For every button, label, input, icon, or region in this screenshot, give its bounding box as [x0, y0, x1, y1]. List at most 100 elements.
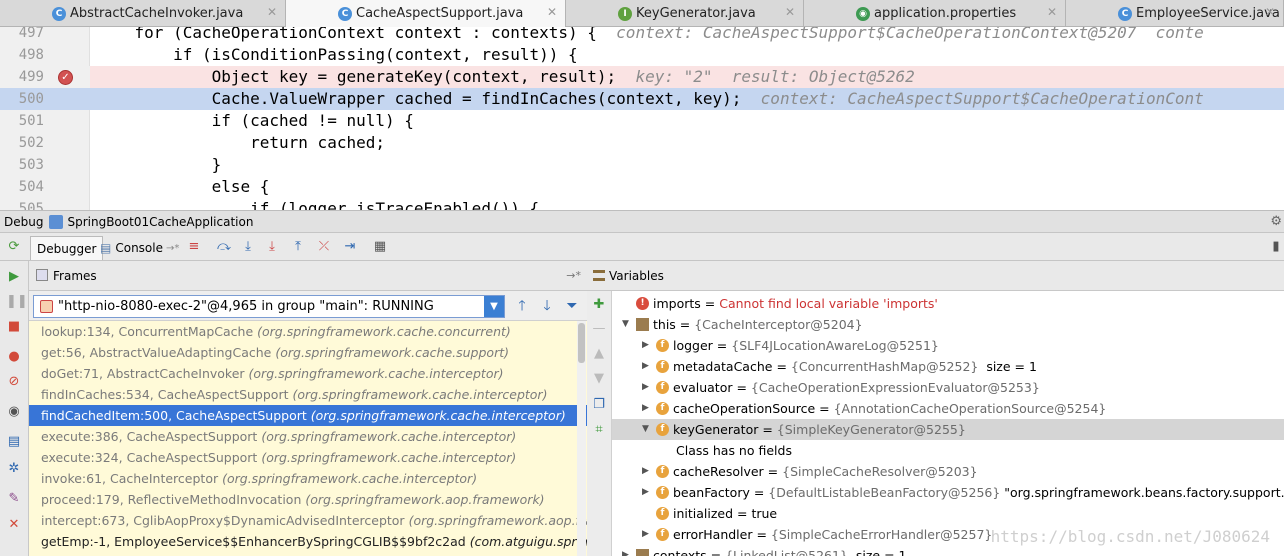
stack-frame[interactable]: execute:324, CacheAspectSupport (org.spr… — [29, 447, 587, 468]
layout-icon[interactable]: ▤ — [6, 434, 22, 450]
drop-frame-icon[interactable]: ⤫ — [316, 239, 332, 255]
variable-row[interactable]: ▶ contexts = {LinkedList@5261} size = 1 — [612, 545, 1284, 556]
variable-value: {SimpleCacheErrorHandler@5257} — [770, 527, 993, 542]
camera-icon[interactable]: ◉ — [6, 404, 22, 420]
stack-frame[interactable]: get:56, AbstractValueAdaptingCache (org.… — [29, 342, 587, 363]
thread-select[interactable]: "http-nio-8080-exec-2"@4,965 in group "m… — [33, 295, 505, 318]
stack-frame[interactable]: proceed:179, ReflectiveMethodInvocation … — [29, 489, 587, 510]
tab-debugger[interactable]: Debugger — [30, 236, 104, 260]
collapse-icon[interactable]: ▼ — [622, 314, 632, 335]
close-tab-icon[interactable]: ✕ — [1047, 5, 1057, 19]
expand-icon[interactable]: ▶ — [642, 482, 652, 503]
object-icon — [636, 549, 649, 556]
code-line[interactable]: 499 ✓ Object key = generateKey(context, r… — [0, 66, 1284, 88]
stack-frame[interactable]: getEmp:-1, EmployeeService$$EnhancerBySp… — [29, 531, 587, 552]
variable-row[interactable]: ▼ f keyGenerator = {SimpleKeyGenerator@525… — [612, 419, 1284, 440]
code-line[interactable]: 505 if (logger.isTraceEnabled()) { — [0, 198, 1284, 210]
editor-tab[interactable]: C CacheAspectSupport.java ✕ — [286, 0, 566, 27]
expand-icon[interactable]: ▶ — [622, 545, 632, 556]
stack-frame[interactable]: doGet:71, AbstractCacheInvoker (org.spri… — [29, 363, 587, 384]
code-line[interactable]: 500 Cache.ValueWrapper cached = findInCa… — [0, 88, 1284, 110]
frame-package: (org.springframework.cache.interceptor) — [222, 471, 478, 486]
variable-row[interactable]: f initialized = true — [612, 503, 1284, 524]
hide-arrow-icon[interactable]: →* — [566, 269, 581, 282]
step-out-icon[interactable]: ⤒ — [290, 239, 306, 255]
new-watch-icon[interactable]: ✚ — [591, 297, 607, 313]
arrow-down-icon[interactable]: 🡓 — [538, 297, 556, 315]
variable-row[interactable]: ▶ f beanFactory = {DefaultListableBeanFact… — [612, 482, 1284, 503]
variable-row[interactable]: ▶ f cacheOperationSource = {AnnotationCach… — [612, 398, 1284, 419]
expand-icon[interactable]: ▶ — [642, 524, 652, 545]
view-breakpoints-icon[interactable]: ● — [6, 349, 22, 365]
code-line[interactable]: 502 return cached; — [0, 132, 1284, 154]
expand-icon[interactable]: ▶ — [642, 335, 652, 356]
move-up-icon[interactable]: ▲ — [591, 346, 607, 362]
variable-row[interactable]: ▶ f metadataCache = {ConcurrentHashMap@525… — [612, 356, 1284, 377]
variable-row[interactable]: ▶ f cacheResolver = {SimpleCacheResolver@5… — [612, 461, 1284, 482]
close-tab-icon[interactable]: ✕ — [547, 5, 557, 19]
spring-boot-icon — [49, 214, 64, 229]
breakpoint-icon[interactable]: ✓ — [58, 70, 73, 85]
stack-frame[interactable]: findCachedItem:500, CacheAspectSupport (… — [29, 405, 587, 426]
move-down-icon[interactable]: ▼ — [591, 371, 607, 387]
close-tab-icon[interactable]: ✕ — [1265, 5, 1275, 19]
settings-icon[interactable]: ✲ — [6, 461, 22, 477]
code-line[interactable]: 498 if (isConditionPassing(context, resu… — [0, 44, 1284, 66]
gear-icon[interactable]: ⚙ — [1270, 214, 1282, 229]
remove-watch-icon[interactable]: — — [591, 321, 607, 337]
line-number: 498 — [18, 47, 44, 63]
debug-config-name[interactable]: SpringBoot01CacheApplication — [67, 215, 253, 229]
variable-row[interactable]: ▼ this = {CacheInterceptor@5204} — [612, 314, 1284, 335]
restore-layout-icon[interactable]: ▮ — [1268, 239, 1284, 255]
code-line[interactable]: 503 } — [0, 154, 1284, 176]
variable-row[interactable]: Class has no fields — [612, 440, 1284, 461]
code-line[interactable]: 501 if (cached != null) { — [0, 110, 1284, 132]
stack-frame[interactable]: lookup:134, ConcurrentMapCache (org.spri… — [29, 321, 587, 342]
force-step-into-icon[interactable]: ⤓ — [264, 239, 280, 255]
close-icon[interactable]: ✕ — [6, 517, 22, 533]
variable-row[interactable]: ▶ f logger = {SLF4JLocationAwareLog@5251} — [612, 335, 1284, 356]
filter-icon[interactable]: ⏷ — [563, 297, 581, 315]
close-tab-icon[interactable]: ✕ — [267, 5, 277, 19]
editor-tab[interactable]: C AbstractCacheInvoker.java ✕ — [0, 0, 286, 27]
rerun-icon[interactable]: ⟳ — [6, 239, 22, 255]
code-line[interactable]: 504 else { — [0, 176, 1284, 198]
variable-row[interactable]: ! imports = Cannot find local variable 'i… — [612, 293, 1284, 314]
variable-value: {AnnotationCacheOperationSource@5254} — [833, 401, 1107, 416]
copy-icon[interactable]: ❐ — [591, 397, 607, 413]
expand-icon[interactable]: ▶ — [642, 377, 652, 398]
editor-tab[interactable]: ◉ application.properties ✕ — [804, 0, 1066, 27]
chevron-down-icon[interactable]: ▼ — [484, 296, 504, 317]
tab-console[interactable]: ▤ Console →* — [94, 236, 185, 260]
show-execution-point-icon[interactable]: ≡ — [186, 239, 202, 255]
resume-icon[interactable]: ▶ — [6, 269, 22, 285]
step-into-icon[interactable]: ⤓ — [240, 239, 256, 255]
mute-breakpoints-icon[interactable]: ⊘ — [6, 374, 22, 390]
pause-icon[interactable]: ❚❚ — [6, 294, 28, 310]
collapse-icon[interactable]: ▼ — [642, 419, 652, 440]
stop-icon[interactable]: ■ — [6, 319, 22, 335]
evaluate-expression-icon[interactable]: ▦ — [372, 239, 388, 255]
expand-icon[interactable]: ▶ — [642, 356, 652, 377]
watches-icon[interactable]: ⌗ — [591, 422, 607, 438]
step-over-icon[interactable]: ⤼ — [216, 239, 232, 255]
frame-method: doGet:71, AbstractCacheInvoker — [41, 366, 245, 381]
variable-row[interactable]: ▶ f evaluator = {CacheOperationExpressionE… — [612, 377, 1284, 398]
stack-frame[interactable]: execute:386, CacheAspectSupport (org.spr… — [29, 426, 587, 447]
editor-tab[interactable]: I KeyGenerator.java ✕ — [566, 0, 804, 27]
stack-frame[interactable]: intercept:673, CglibAopProxy$DynamicAdvi… — [29, 510, 587, 531]
pin-icon[interactable]: ✎ — [6, 491, 22, 507]
run-to-cursor-icon[interactable]: ⇥ — [342, 239, 358, 255]
scrollbar-thumb[interactable] — [578, 323, 585, 363]
stack-frame[interactable]: invoke:61, CacheInterceptor (org.springf… — [29, 468, 587, 489]
expand-icon[interactable]: ▶ — [642, 398, 652, 419]
editor-tab[interactable]: C EmployeeService.java ✕ — [1066, 0, 1284, 27]
frame-list-scrollbar[interactable] — [577, 321, 586, 556]
variable-extra: "org.springframework.beans.factory.suppo… — [1004, 485, 1284, 500]
arrow-up-icon[interactable]: 🡑 — [513, 297, 531, 315]
code-editor[interactable]: 497 for (CacheOperationContext context :… — [0, 27, 1284, 210]
code-line[interactable]: 497 for (CacheOperationContext context :… — [0, 27, 1284, 44]
stack-frame[interactable]: findInCaches:534, CacheAspectSupport (or… — [29, 384, 587, 405]
expand-icon[interactable]: ▶ — [642, 461, 652, 482]
close-tab-icon[interactable]: ✕ — [785, 5, 795, 19]
